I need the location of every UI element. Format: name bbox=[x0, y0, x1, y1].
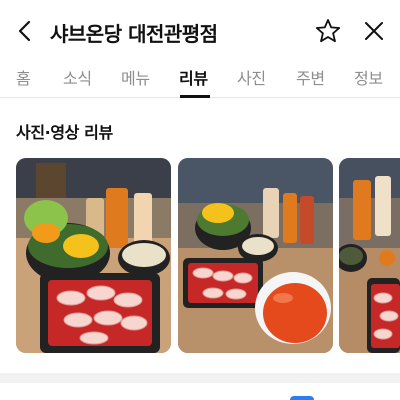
star-outline-icon bbox=[315, 19, 341, 43]
tab-bar: 홈 소식 메뉴 리뷰 사진 주변 정보 bbox=[0, 62, 400, 98]
tab-photos[interactable]: 사진 bbox=[237, 65, 266, 89]
tab-reviews[interactable]: 리뷰 bbox=[179, 65, 208, 89]
close-x-icon bbox=[365, 22, 383, 40]
review-photo-2[interactable] bbox=[178, 158, 333, 353]
favorite-button[interactable] bbox=[314, 17, 342, 45]
tab-menu[interactable]: 메뉴 bbox=[121, 65, 150, 89]
top-header: 샤브온당 대전관평점 bbox=[0, 0, 400, 62]
tab-info[interactable]: 정보 bbox=[354, 65, 383, 89]
review-photo-1[interactable] bbox=[16, 158, 171, 353]
tab-home[interactable]: 홈 bbox=[16, 65, 31, 89]
tab-news[interactable]: 소식 bbox=[63, 65, 92, 89]
close-button[interactable] bbox=[360, 17, 388, 45]
tab-nearby[interactable]: 주변 bbox=[296, 65, 325, 89]
chevron-left-icon bbox=[18, 20, 31, 42]
section-divider bbox=[0, 373, 400, 383]
page-title: 샤브온당 대전관평점 bbox=[50, 22, 218, 46]
active-tab-indicator bbox=[180, 95, 210, 98]
next-section-indicator bbox=[290, 396, 314, 400]
photo-review-section-title: 사진·영상 리뷰 bbox=[16, 123, 113, 142]
review-photo-3[interactable] bbox=[339, 158, 400, 353]
back-button[interactable] bbox=[12, 17, 40, 45]
